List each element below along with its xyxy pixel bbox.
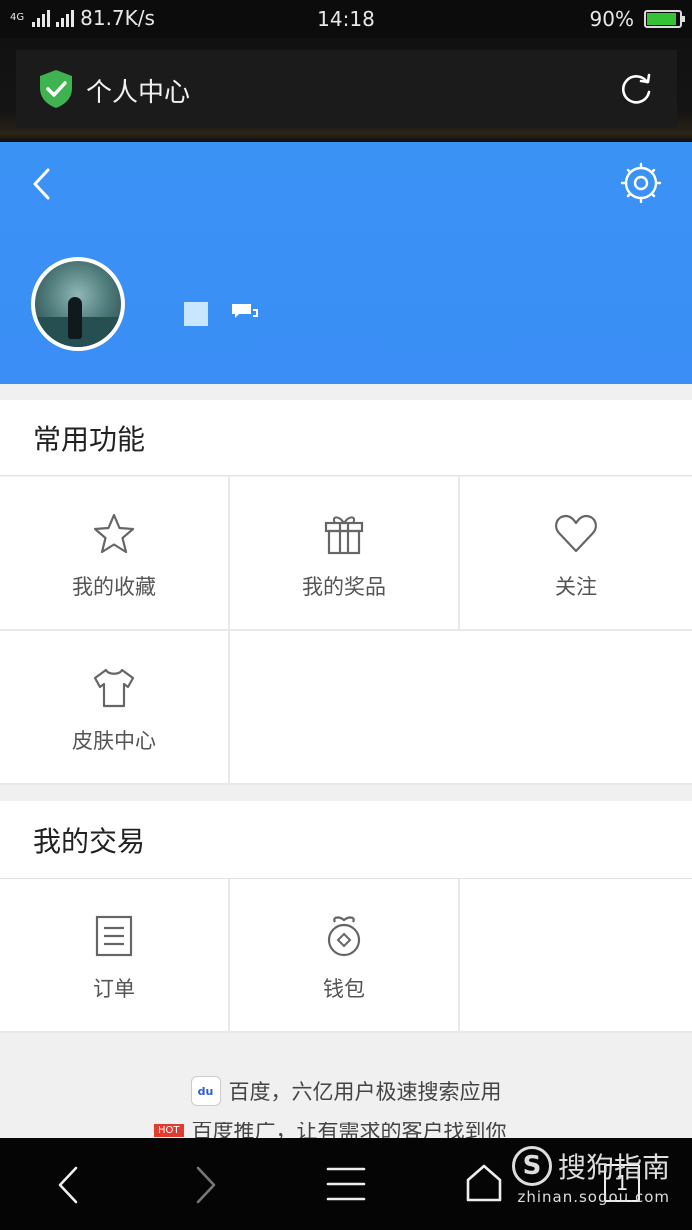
bottom-nav-bar: 1 S 搜狗指南 zhinan.sogou.com <box>0 1138 692 1230</box>
profile-header <box>0 142 692 384</box>
tag-icon <box>232 304 258 318</box>
orders-item[interactable]: 订单 <box>0 879 230 1033</box>
empty-cell <box>230 631 460 785</box>
promo-text: 百度，六亿用户极速搜索应用 <box>228 1080 502 1104</box>
app-title-bar: 个人中心 <box>16 50 677 128</box>
battery-percent: 90% <box>589 7 634 31</box>
item-label: 我的奖品 <box>302 575 386 599</box>
wallet-icon <box>327 916 361 957</box>
common-functions-section: 常用功能 <box>0 400 692 476</box>
nav-back-icon[interactable] <box>52 1164 82 1206</box>
page-title: 个人中心 <box>86 78 191 108</box>
section-title: 常用功能 <box>0 400 692 476</box>
common-functions-grid: 我的收藏 我的奖品 关注 皮肤中心 <box>0 477 692 785</box>
back-icon[interactable] <box>28 164 56 204</box>
watermark-brand: 搜狗指南 <box>557 1151 670 1184</box>
sogou-logo-icon: S <box>511 1146 552 1186</box>
gift-icon <box>324 516 364 555</box>
nav-forward-icon[interactable] <box>192 1164 222 1206</box>
transactions-section: 我的交易 <box>0 801 692 879</box>
prizes-item[interactable]: 我的奖品 <box>230 477 460 631</box>
item-label: 关注 <box>555 575 597 599</box>
empty-cell <box>460 631 692 785</box>
avatar[interactable] <box>31 257 125 351</box>
empty-cell <box>460 879 692 1033</box>
home-icon[interactable] <box>464 1162 504 1204</box>
hot-badge: HOT <box>154 1123 184 1137</box>
favorites-item[interactable]: 我的收藏 <box>0 477 230 631</box>
watermark-url: zhinan.sogou.com <box>517 1188 670 1206</box>
skin-center-item[interactable]: 皮肤中心 <box>0 631 230 785</box>
menu-icon[interactable] <box>326 1166 366 1202</box>
star-icon <box>93 513 135 554</box>
order-list-icon <box>95 915 133 957</box>
baidu-promo[interactable]: du 百度，六亿用户极速搜索应用 <box>0 1076 692 1106</box>
follow-item[interactable]: 关注 <box>460 477 692 631</box>
avatar-photo-figure <box>68 297 82 339</box>
status-bar: 4G 81.7K/s 14:18 90% <box>0 0 692 38</box>
settings-icon[interactable] <box>620 162 662 204</box>
item-label: 我的收藏 <box>72 575 156 599</box>
tshirt-icon <box>93 668 135 708</box>
promo-area: du 百度，六亿用户极速搜索应用 HOT 百度推广，让有需求的客户找到你 <box>0 1034 692 1138</box>
shield-icon <box>40 70 72 108</box>
item-label: 皮肤中心 <box>72 729 156 753</box>
transactions-grid: 订单 钱包 <box>0 879 692 1033</box>
wallet-item[interactable]: 钱包 <box>230 879 460 1033</box>
heart-icon <box>555 514 597 553</box>
item-label: 订单 <box>93 977 135 1001</box>
promo-text-2: 百度推广，让有需求的客户找到你 <box>191 1122 507 1138</box>
baidu-ad-promo[interactable]: HOT 百度推广，让有需求的客户找到你 <box>154 1122 507 1138</box>
refresh-icon[interactable] <box>617 70 655 108</box>
battery-icon <box>644 10 685 28</box>
item-label: 钱包 <box>323 977 365 1001</box>
sogou-watermark: S 搜狗指南 zhinan.sogou.com <box>511 1146 670 1206</box>
section-title: 我的交易 <box>0 801 692 879</box>
clock: 14:18 <box>317 7 375 31</box>
level-badge <box>184 302 208 326</box>
baidu-icon: du <box>190 1076 221 1106</box>
